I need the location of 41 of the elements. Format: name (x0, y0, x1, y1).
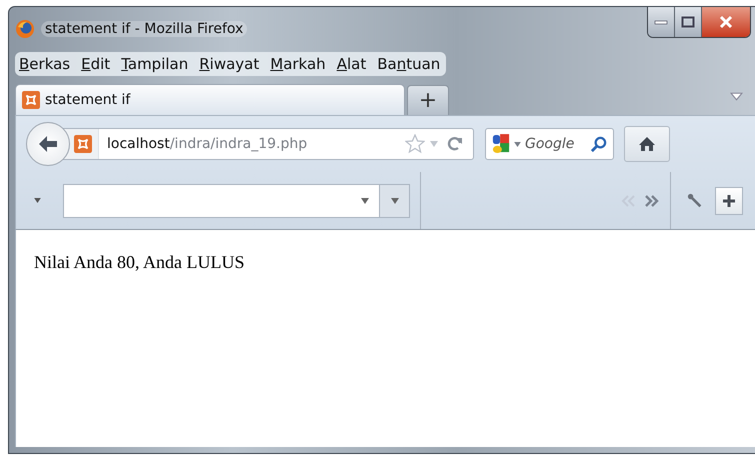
new-tab-button[interactable]: + (407, 85, 449, 115)
wrench-icon[interactable] (687, 192, 703, 208)
back-button[interactable] (26, 122, 70, 166)
tab[interactable]: statement if (15, 84, 405, 115)
menu-item[interactable]: Edit (81, 55, 110, 73)
window-title: statement if - Mozilla Firefox (41, 21, 248, 37)
back-arrow-icon (37, 135, 59, 153)
site-icon (74, 135, 92, 153)
minimize-button[interactable] (648, 7, 675, 37)
menu-item[interactable]: Alat (336, 55, 366, 73)
menu-item[interactable]: Riwayat (199, 55, 260, 73)
search-engine-icon (492, 133, 510, 155)
maximize-button[interactable] (675, 7, 702, 37)
dropdown-icon[interactable] (514, 142, 521, 146)
maximize-icon (681, 16, 695, 28)
search-field[interactable]: Google (525, 136, 581, 152)
caret-icon (361, 198, 369, 204)
globe-icon (15, 19, 35, 39)
menu-item[interactable]: Tampilan (121, 55, 188, 73)
dropdown-button[interactable] (380, 184, 410, 218)
combo-field[interactable] (63, 184, 380, 218)
search-icon[interactable] (590, 136, 607, 152)
menu-item[interactable]: Bantuan (377, 55, 440, 73)
reload-icon[interactable] (447, 136, 463, 152)
site-icon (22, 91, 40, 109)
home-icon (638, 136, 656, 152)
caret-icon[interactable] (34, 198, 41, 203)
page-text: Nilai Anda 80, Anda LULUS (34, 252, 246, 273)
home-button[interactable] (624, 126, 670, 162)
star-icon[interactable] (405, 134, 425, 154)
add-button[interactable] (715, 186, 743, 214)
close-button[interactable] (702, 7, 750, 37)
url-text: localhost/indra/indra_19.php (107, 136, 308, 152)
caret-icon (390, 198, 398, 204)
menu-item[interactable]: Berkas (19, 55, 70, 73)
plus-icon (722, 194, 736, 208)
close-icon (718, 15, 734, 29)
minimize-icon (654, 19, 668, 25)
next-icon[interactable] (644, 194, 660, 208)
dropdown-icon[interactable] (730, 92, 743, 101)
menu-item[interactable]: Markah (270, 55, 326, 73)
